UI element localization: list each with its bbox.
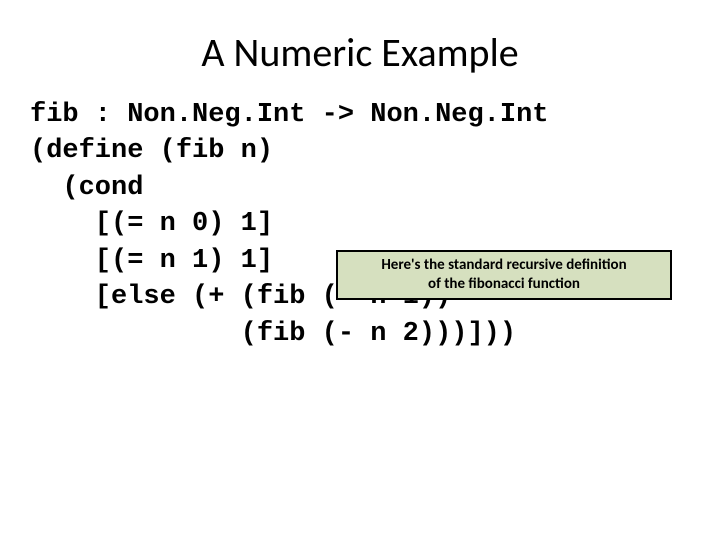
- callout-box: Here's the standard recursive definition…: [336, 250, 672, 300]
- code-line-1: fib : Non.Neg.Int -> Non.Neg.Int: [30, 100, 548, 130]
- code-line-4: [(= n 0) 1]: [30, 209, 273, 239]
- callout-line-1: Here's the standard recursive definition: [346, 256, 662, 275]
- code-line-3: (cond: [30, 173, 143, 203]
- callout-line-2: of the fibonacci function: [346, 275, 662, 294]
- code-line-5: [(= n 1) 1]: [30, 246, 273, 276]
- code-block: fib : Non.Neg.Int -> Non.Neg.Int (define…: [0, 97, 720, 352]
- code-line-7: (fib (- n 2)))])): [30, 319, 516, 349]
- code-line-2: (define (fib n): [30, 136, 273, 166]
- slide-title: A Numeric Example: [0, 0, 720, 97]
